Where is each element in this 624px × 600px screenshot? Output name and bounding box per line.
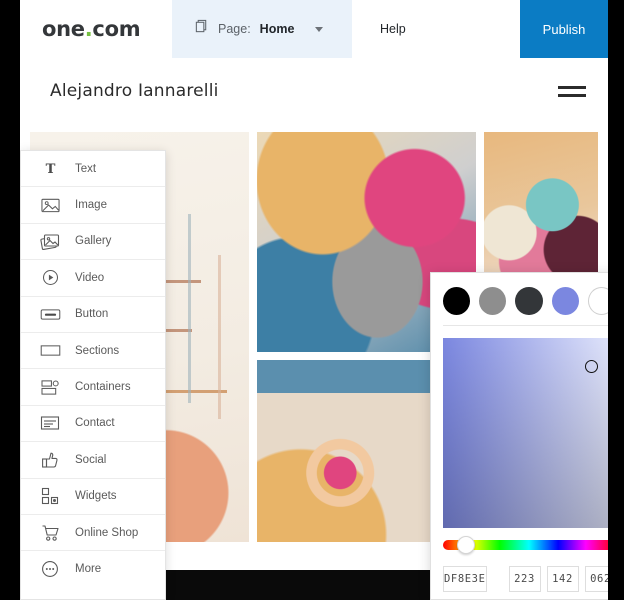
panel-item-label: Image bbox=[75, 199, 107, 212]
sections-rectangle-icon bbox=[39, 341, 61, 361]
saturation-cursor[interactable] bbox=[585, 360, 598, 373]
button-icon bbox=[39, 304, 61, 324]
logo-word-com: com bbox=[92, 17, 141, 41]
swatch-periwinkle[interactable] bbox=[551, 287, 579, 315]
panel-item-text[interactable]: T Text bbox=[21, 151, 165, 188]
panel-item-label: Button bbox=[75, 308, 109, 321]
panel-item-button[interactable]: Button bbox=[21, 297, 165, 333]
help-area: Help bbox=[352, 0, 520, 58]
green-input[interactable]: 142 bbox=[546, 566, 579, 592]
panel-item-widgets[interactable]: Widgets bbox=[21, 479, 165, 515]
panel-item-label: Online Shop bbox=[75, 526, 139, 539]
shopping-cart-icon bbox=[39, 523, 61, 543]
add-element-panel[interactable]: T Text Image Gallery Video Button Sectio… bbox=[20, 150, 166, 600]
contact-form-icon bbox=[39, 413, 61, 433]
image-icon bbox=[39, 195, 61, 215]
rgb-inputs: 223 142 062 bbox=[508, 566, 608, 592]
panel-item-label: Gallery bbox=[75, 235, 112, 248]
page-label: Page: bbox=[218, 22, 251, 36]
chevron-down-icon[interactable] bbox=[315, 26, 324, 32]
panel-item-containers[interactable]: Containers bbox=[21, 369, 165, 406]
site-title[interactable]: Alejandro Iannarelli bbox=[50, 81, 219, 101]
panel-item-label: More bbox=[75, 563, 102, 576]
saturation-brightness-field[interactable] bbox=[443, 338, 608, 528]
swatch-white[interactable] bbox=[587, 287, 608, 315]
panel-item-label: Video bbox=[75, 271, 105, 284]
site-header: Alejandro Iannarelli bbox=[20, 58, 608, 124]
panel-item-video[interactable]: Video bbox=[21, 260, 165, 297]
panel-item-label: Widgets bbox=[75, 490, 117, 503]
panel-item-label: Containers bbox=[75, 381, 131, 394]
hex-input[interactable]: DF8E3E bbox=[443, 566, 487, 592]
teal-creature-artwork[interactable] bbox=[483, 132, 598, 272]
panel-item-gallery[interactable]: Gallery bbox=[21, 224, 165, 261]
website-builder-window: one.com Page: Home Help Publish Alejandr… bbox=[20, 0, 608, 600]
hue-slider-handle[interactable] bbox=[457, 536, 475, 554]
blue-input[interactable]: 062 bbox=[584, 566, 608, 592]
panel-item-image[interactable]: Image bbox=[21, 187, 165, 224]
panel-item-more[interactable]: More bbox=[21, 551, 165, 587]
onecom-logo[interactable]: one.com bbox=[20, 0, 172, 58]
panel-item-sections[interactable]: Sections bbox=[21, 333, 165, 370]
swatch-gray[interactable] bbox=[479, 287, 507, 315]
svg-text:T: T bbox=[45, 162, 55, 176]
widgets-blocks-icon bbox=[39, 486, 61, 506]
swatch-dark-gray[interactable] bbox=[515, 287, 543, 315]
page-value: Home bbox=[259, 22, 295, 36]
logo-word-one: one bbox=[42, 17, 85, 41]
panel-item-social[interactable]: Social bbox=[21, 442, 165, 479]
color-picker-panel[interactable]: DF8E3E 223 142 062 bbox=[430, 272, 608, 600]
hue-slider[interactable] bbox=[443, 536, 608, 554]
pages-copy-icon bbox=[194, 19, 209, 39]
panel-item-online-shop[interactable]: Online Shop bbox=[21, 515, 165, 552]
editor-toolbar: one.com Page: Home Help Publish bbox=[20, 0, 608, 59]
thumbs-up-icon bbox=[39, 450, 61, 470]
swatch-black[interactable] bbox=[443, 287, 471, 315]
gallery-stack-icon bbox=[39, 231, 61, 251]
text-t-icon: T bbox=[39, 159, 61, 179]
preset-swatches bbox=[443, 285, 608, 326]
color-value-fields: DF8E3E 223 142 062 bbox=[443, 566, 608, 592]
red-input[interactable]: 223 bbox=[508, 566, 541, 592]
more-ellipsis-icon bbox=[39, 559, 61, 579]
hamburger-bar bbox=[558, 93, 586, 97]
containers-icon bbox=[39, 377, 61, 397]
hamburger-menu-icon[interactable] bbox=[558, 81, 586, 102]
help-link[interactable]: Help bbox=[380, 22, 406, 36]
video-play-icon bbox=[39, 268, 61, 288]
panel-item-label: Contact bbox=[75, 417, 115, 430]
hamburger-bar bbox=[558, 85, 586, 89]
panel-item-label: Social bbox=[75, 453, 107, 466]
panel-item-contact[interactable]: Contact bbox=[21, 406, 165, 443]
panel-item-label: Text bbox=[75, 162, 97, 175]
publish-button[interactable]: Publish bbox=[520, 0, 608, 58]
panel-item-label: Sections bbox=[75, 344, 120, 357]
page-selector[interactable]: Page: Home bbox=[172, 0, 352, 58]
